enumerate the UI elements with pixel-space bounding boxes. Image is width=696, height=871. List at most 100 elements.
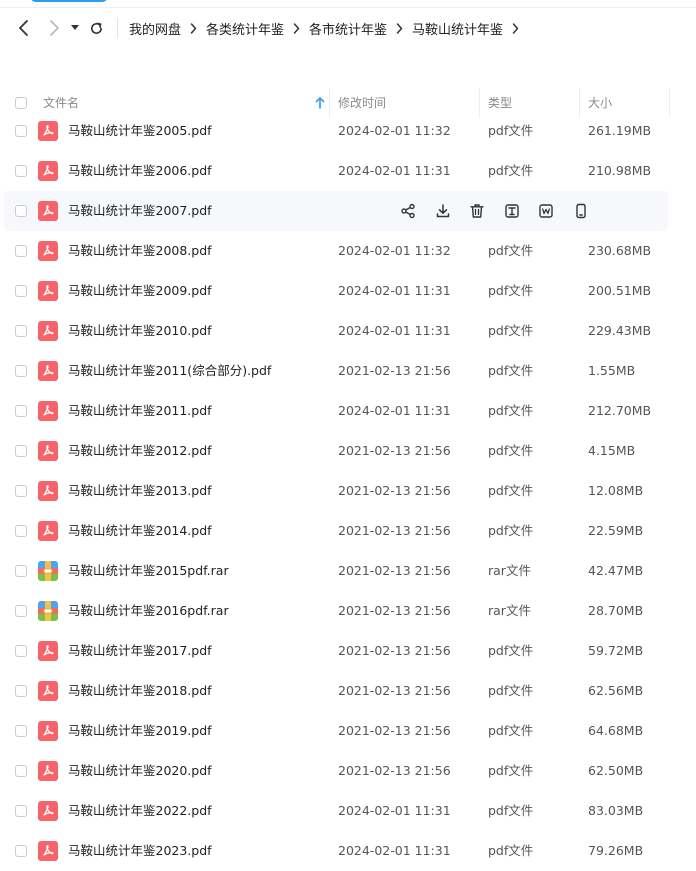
- file-size: 79.26MB: [588, 843, 644, 858]
- row-checkbox[interactable]: [15, 285, 27, 297]
- row-checkbox[interactable]: [15, 325, 27, 337]
- sort-arrow-up-icon[interactable]: [315, 97, 325, 109]
- pdf-file-icon: [38, 801, 58, 821]
- file-size: 4.15MB: [588, 443, 636, 458]
- file-name[interactable]: 马鞍山统计年鉴2016pdf.rar: [68, 591, 229, 631]
- forward-button[interactable]: [42, 16, 66, 40]
- row-checkbox[interactable]: [15, 605, 27, 617]
- breadcrumb-item[interactable]: 各类统计年鉴: [206, 19, 284, 38]
- file-size: 62.50MB: [588, 763, 644, 778]
- file-name[interactable]: 马鞍山统计年鉴2009.pdf: [68, 271, 212, 311]
- file-row[interactable]: 马鞍山统计年鉴2007.pdf: [0, 191, 696, 231]
- file-row[interactable]: 马鞍山统计年鉴2011.pdf 2024-02-01 11:31 pdf文件 212.…: [0, 391, 696, 431]
- pdf-file-icon: [38, 401, 58, 421]
- file-row[interactable]: 马鞍山统计年鉴2010.pdf 2024-02-01 11:31 pdf文件 229.…: [0, 311, 696, 351]
- file-row[interactable]: 马鞍山统计年鉴2006.pdf 2024-02-01 11:31 pdf文件 210.…: [0, 151, 696, 191]
- file-name[interactable]: 马鞍山统计年鉴2011.pdf: [68, 391, 212, 431]
- file-name[interactable]: 马鞍山统计年鉴2018.pdf: [68, 671, 212, 711]
- file-name[interactable]: 马鞍山统计年鉴2006.pdf: [68, 151, 212, 191]
- pdf-file-icon: [38, 321, 58, 341]
- row-checkbox[interactable]: [15, 445, 27, 457]
- file-row[interactable]: 马鞍山统计年鉴2016pdf.rar 2021-02-13 21:56 rar文件 2…: [0, 591, 696, 631]
- file-row[interactable]: 马鞍山统计年鉴2014.pdf 2021-02-13 21:56 pdf文件 22.5…: [0, 511, 696, 551]
- history-dropdown-button[interactable]: [67, 16, 83, 40]
- pdf-file-icon: [38, 721, 58, 741]
- row-checkbox[interactable]: [15, 805, 27, 817]
- row-checkbox[interactable]: [15, 845, 27, 857]
- file-row[interactable]: 马鞍山统计年鉴2009.pdf 2024-02-01 11:31 pdf文件 200.…: [0, 271, 696, 311]
- row-checkbox[interactable]: [15, 565, 27, 577]
- row-checkbox[interactable]: [15, 525, 27, 537]
- text-info-icon[interactable]: [502, 201, 522, 221]
- file-name[interactable]: 马鞍山统计年鉴2005.pdf: [68, 111, 212, 151]
- row-checkbox[interactable]: [15, 485, 27, 497]
- file-size: 42.47MB: [588, 563, 644, 578]
- row-checkbox[interactable]: [15, 645, 27, 657]
- pdf-file-icon: [38, 441, 58, 461]
- phone-icon[interactable]: [571, 201, 591, 221]
- download-icon[interactable]: [433, 201, 453, 221]
- row-checkbox[interactable]: [15, 125, 27, 137]
- file-name[interactable]: 马鞍山统计年鉴2010.pdf: [68, 311, 212, 351]
- file-row[interactable]: 马鞍山统计年鉴2019.pdf 2021-02-13 21:56 pdf文件 64.6…: [0, 711, 696, 751]
- breadcrumb-separator-icon[interactable]: [512, 22, 519, 34]
- row-checkbox[interactable]: [15, 365, 27, 377]
- file-name[interactable]: 马鞍山统计年鉴2013.pdf: [68, 471, 212, 511]
- file-size: 28.70MB: [588, 603, 644, 618]
- file-row[interactable]: 马鞍山统计年鉴2023.pdf 2024-02-01 11:31 pdf文件 79.2…: [0, 831, 696, 871]
- file-size: 230.68MB: [588, 243, 652, 258]
- file-name[interactable]: 马鞍山统计年鉴2017.pdf: [68, 631, 212, 671]
- row-checkbox[interactable]: [15, 405, 27, 417]
- breadcrumb-item[interactable]: 我的网盘: [129, 19, 181, 38]
- nav-separator: [117, 18, 118, 38]
- file-list: 马鞍山统计年鉴2005.pdf 2024-02-01 11:32 pdf文件 261.…: [0, 111, 696, 871]
- file-row[interactable]: 马鞍山统计年鉴2012.pdf 2021-02-13 21:56 pdf文件 4.15…: [0, 431, 696, 471]
- word-convert-icon[interactable]: [536, 201, 556, 221]
- file-modified-time: 2024-02-01 11:31: [338, 163, 451, 178]
- file-size: 210.98MB: [588, 163, 652, 178]
- select-all-checkbox[interactable]: [15, 97, 27, 109]
- breadcrumb-item[interactable]: 各市统计年鉴: [309, 19, 387, 38]
- breadcrumb-separator-icon: [190, 22, 197, 34]
- file-name[interactable]: 马鞍山统计年鉴2019.pdf: [68, 711, 212, 751]
- row-checkbox[interactable]: [15, 765, 27, 777]
- file-row[interactable]: 马鞍山统计年鉴2015pdf.rar 2021-02-13 21:56 rar文件 4…: [0, 551, 696, 591]
- file-modified-time: 2024-02-01 11:32: [338, 243, 451, 258]
- refresh-button[interactable]: [85, 16, 107, 40]
- file-row[interactable]: 马鞍山统计年鉴2022.pdf 2024-02-01 11:31 pdf文件 83.0…: [0, 791, 696, 831]
- file-name[interactable]: 马鞍山统计年鉴2012.pdf: [68, 431, 212, 471]
- delete-icon[interactable]: [467, 201, 487, 221]
- file-name[interactable]: 马鞍山统计年鉴2014.pdf: [68, 511, 212, 551]
- share-icon[interactable]: [398, 201, 418, 221]
- file-row[interactable]: 马鞍山统计年鉴2018.pdf 2021-02-13 21:56 pdf文件 62.5…: [0, 671, 696, 711]
- file-row[interactable]: 马鞍山统计年鉴2013.pdf 2021-02-13 21:56 pdf文件 12.0…: [0, 471, 696, 511]
- file-row[interactable]: 马鞍山统计年鉴2005.pdf 2024-02-01 11:32 pdf文件 261.…: [0, 111, 696, 151]
- rar-archive-icon: [38, 561, 58, 581]
- file-size: 22.59MB: [588, 523, 644, 538]
- file-size: 64.68MB: [588, 723, 644, 738]
- row-checkbox[interactable]: [15, 725, 27, 737]
- breadcrumb-item[interactable]: 马鞍山统计年鉴: [412, 19, 503, 38]
- file-row[interactable]: 马鞍山统计年鉴2020.pdf 2021-02-13 21:56 pdf文件 62.5…: [0, 751, 696, 791]
- file-modified-time: 2024-02-01 11:31: [338, 843, 451, 858]
- file-name[interactable]: 马鞍山统计年鉴2015pdf.rar: [68, 551, 229, 591]
- file-row[interactable]: 马鞍山统计年鉴2017.pdf 2021-02-13 21:56 pdf文件 59.7…: [0, 631, 696, 671]
- file-name[interactable]: 马鞍山统计年鉴2022.pdf: [68, 791, 212, 831]
- row-checkbox[interactable]: [15, 165, 27, 177]
- back-button[interactable]: [12, 16, 36, 40]
- file-name[interactable]: 马鞍山统计年鉴2008.pdf: [68, 231, 212, 271]
- row-checkbox[interactable]: [15, 205, 27, 217]
- file-name[interactable]: 马鞍山统计年鉴2023.pdf: [68, 831, 212, 871]
- file-name[interactable]: 马鞍山统计年鉴2007.pdf: [68, 191, 212, 231]
- file-name[interactable]: 马鞍山统计年鉴2020.pdf: [68, 751, 212, 791]
- file-type: pdf文件: [488, 483, 534, 498]
- row-checkbox[interactable]: [15, 245, 27, 257]
- file-row[interactable]: 马鞍山统计年鉴2011(综合部分).pdf 2021-02-13 21:56 pdf…: [0, 351, 696, 391]
- file-type: pdf文件: [488, 323, 534, 338]
- row-checkbox[interactable]: [15, 685, 27, 697]
- file-modified-time: 2021-02-13 21:56: [338, 603, 451, 618]
- file-row[interactable]: 马鞍山统计年鉴2008.pdf 2024-02-01 11:32 pdf文件 230.…: [0, 231, 696, 271]
- pdf-file-icon: [38, 201, 58, 221]
- upload-button-edge[interactable]: [30, 0, 108, 2]
- file-name[interactable]: 马鞍山统计年鉴2011(综合部分).pdf: [68, 351, 271, 391]
